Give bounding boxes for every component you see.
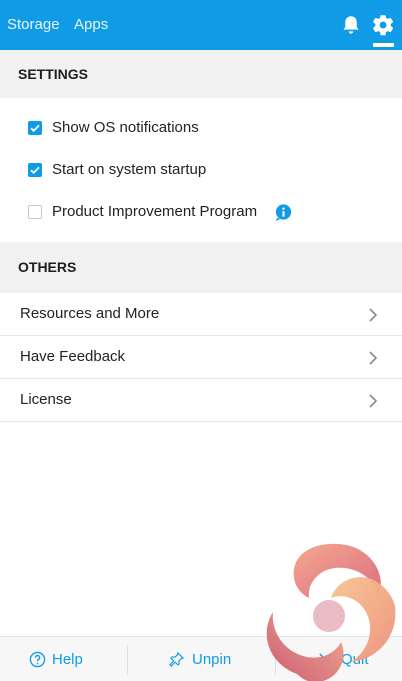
tab-apps[interactable]: Apps [74, 16, 108, 33]
others-item-license[interactable]: License [0, 379, 402, 422]
others-title: OTHERS [18, 259, 77, 275]
option-label: Start on system startup [52, 161, 207, 178]
show-os-notifications-checkbox[interactable] [28, 121, 42, 135]
unpin-label: Unpin [192, 651, 232, 668]
product-improvement-program-checkbox[interactable] [28, 205, 42, 219]
settings-section-header: SETTINGS [0, 50, 402, 98]
help-label: Help [52, 651, 83, 668]
top-bar: Storage Apps [0, 0, 402, 50]
others-item-label: License [20, 391, 72, 408]
gear-icon[interactable] [372, 14, 394, 36]
chevron-right-icon [369, 394, 378, 408]
option-show-os-notifications[interactable]: Show OS notifications [28, 118, 388, 138]
option-product-improvement-program[interactable]: Product Improvement Program [28, 202, 388, 222]
chevron-right-icon [369, 351, 378, 365]
others-item-label: Have Feedback [20, 348, 126, 365]
others-section-header: OTHERS [0, 242, 402, 293]
pin-icon [169, 651, 185, 667]
watermark-logo [266, 543, 396, 681]
help-button[interactable]: Help [0, 637, 127, 681]
check-icon [30, 124, 40, 133]
others-item-have-feedback[interactable]: Have Feedback [0, 336, 402, 379]
start-on-system-startup-checkbox[interactable] [28, 163, 42, 177]
others-item-resources-and-more[interactable]: Resources and More [0, 293, 402, 336]
option-label: Show OS notifications [52, 119, 199, 136]
active-tab-indicator [373, 43, 394, 47]
check-icon [30, 166, 40, 175]
others-item-label: Resources and More [20, 305, 160, 322]
settings-title: SETTINGS [18, 66, 89, 82]
chevron-right-icon [369, 308, 378, 322]
option-start-on-system-startup[interactable]: Start on system startup [28, 160, 388, 180]
unpin-button[interactable]: Unpin [128, 637, 275, 681]
option-label: Product Improvement Program [52, 203, 258, 220]
help-icon [29, 651, 46, 668]
info-icon[interactable] [274, 203, 293, 222]
bell-icon[interactable] [340, 14, 362, 36]
tab-storage[interactable]: Storage [7, 16, 60, 33]
